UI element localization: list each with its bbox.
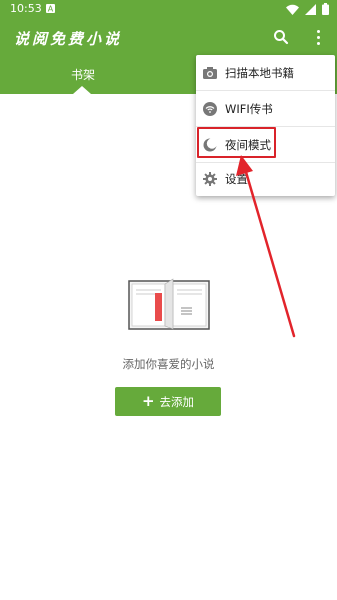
menu-item-settings[interactable]: 设置 (196, 161, 335, 196)
more-options-icon[interactable] (308, 27, 328, 47)
tab-indicator (73, 86, 91, 94)
status-icons (286, 3, 329, 15)
overflow-menu: 扫描本地书籍 WIFI传书 夜间模式 设置 (196, 55, 335, 196)
wifi-signal-icon (286, 4, 299, 15)
app-title: 说阅免费小说 (14, 30, 123, 48)
add-book-button[interactable]: + 去添加 (115, 387, 221, 416)
battery-icon (322, 3, 329, 15)
status-bar: 10:53 A (0, 0, 337, 18)
notification-icon: A (46, 4, 55, 14)
plus-icon: + (141, 392, 155, 410)
menu-item-label: 扫描本地书籍 (225, 65, 294, 80)
menu-item-wifi-transfer[interactable]: WIFI传书 (196, 91, 335, 126)
menu-item-label: 设置 (225, 171, 248, 186)
wifi-icon (202, 101, 218, 117)
status-time: 10:53 (10, 2, 42, 15)
empty-bookshelf-illustration (128, 278, 210, 330)
cell-signal-icon (305, 3, 316, 15)
empty-message: 添加你喜爱的小说 (122, 357, 215, 371)
camera-icon (202, 65, 218, 81)
menu-item-scan-local[interactable]: 扫描本地书籍 (196, 55, 335, 90)
menu-item-label: WIFI传书 (225, 101, 273, 116)
svg-text:A: A (48, 5, 54, 14)
add-book-label: 去添加 (159, 394, 195, 409)
gear-icon (202, 171, 218, 187)
tab-bookshelf[interactable]: 书架 (58, 66, 108, 83)
annotation-highlight-box (197, 127, 276, 158)
search-icon[interactable] (271, 27, 291, 47)
